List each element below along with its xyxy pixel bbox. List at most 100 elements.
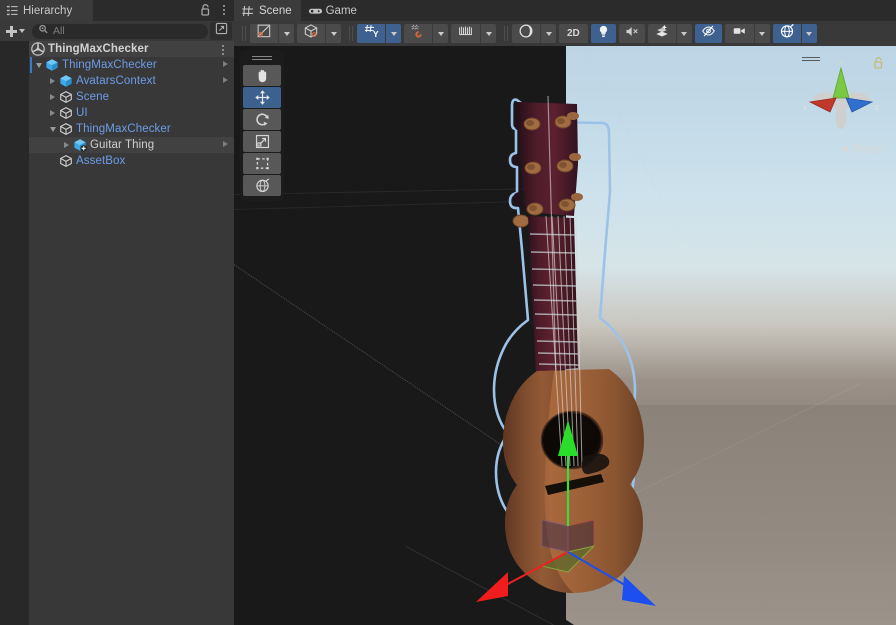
hierarchy-row[interactable]: ThingMaxChecker (0, 57, 234, 73)
scene-lighting[interactable] (590, 24, 616, 43)
open-prefab-chevron-icon[interactable] (223, 61, 228, 67)
open-prefab-chevron-icon[interactable] (223, 77, 228, 83)
hierarchy-row[interactable]: ThingMaxChecker (0, 41, 234, 57)
search-input[interactable]: All (32, 23, 208, 39)
scale-icon (255, 134, 269, 149)
prefab-icon (45, 58, 59, 72)
grid-axis-dropdown[interactable] (385, 24, 401, 43)
gizmo-arrow-x[interactable] (476, 572, 508, 602)
chevron-down-icon (681, 31, 688, 36)
scene-camera[interactable] (512, 24, 540, 43)
hierarchy-row-label: Guitar Thing (90, 139, 155, 151)
chevron-down-icon[interactable] (46, 121, 59, 137)
move-arrows-icon (254, 90, 270, 105)
hidden-objects[interactable] (694, 24, 722, 43)
camera-overlay-dropdown[interactable] (753, 24, 770, 43)
tab-hierarchy[interactable]: Hierarchy (0, 0, 93, 21)
grid-y-icon: Y (363, 23, 379, 44)
selection-indicator (30, 57, 32, 73)
chevron-down-icon (330, 31, 337, 36)
tools-palette[interactable] (240, 50, 284, 201)
drag-grip-icon[interactable] (252, 54, 272, 61)
grid-snapping-dropdown[interactable] (480, 24, 496, 43)
rect-transform-icon (255, 157, 269, 170)
tab-scene[interactable]: Scene (234, 0, 301, 21)
scene-tabbar: Scene Game (234, 0, 896, 21)
open-prefab-chevron-icon[interactable] (223, 141, 228, 147)
snap-magnet-icon (410, 23, 426, 44)
hierarchy-row[interactable]: UI (0, 105, 234, 121)
chevron-right-icon[interactable] (46, 89, 59, 105)
camera-overlay[interactable] (724, 24, 754, 43)
2d-toggle-group[interactable] (297, 24, 325, 43)
popout-icon (215, 22, 228, 40)
tab-hierarchy-label: Hierarchy (23, 4, 73, 17)
prefab-variant-icon (73, 138, 87, 152)
move-gizmo[interactable] (464, 416, 664, 625)
axis-gizmo[interactable]: y x z (796, 54, 886, 140)
prefab-icon (59, 74, 73, 88)
chevron-down-icon[interactable] (18, 41, 31, 57)
hierarchy-row[interactable]: Guitar Thing (0, 137, 234, 153)
hierarchy-tree[interactable]: ThingMaxChecker ThingMaxChecker AvatarsC… (0, 41, 234, 625)
hierarchy-row[interactable]: ThingMaxChecker (0, 121, 234, 137)
draw-mode[interactable] (250, 24, 278, 43)
foldout-placeholder (46, 153, 59, 169)
gizmo-arrow-z[interactable] (622, 576, 656, 606)
shading-mode-icon (256, 23, 272, 44)
chevron-left-icon (842, 145, 849, 153)
fx-layers-icon (654, 23, 670, 44)
add-gameobject-button[interactable] (0, 22, 30, 40)
2d-toggle-group-dropdown[interactable] (325, 24, 341, 43)
gizmo-axis-y-handle[interactable] (832, 66, 850, 99)
snap-increment[interactable] (404, 24, 432, 43)
gizmo-axis-z[interactable] (567, 551, 631, 589)
hand-tool[interactable] (243, 65, 281, 86)
gizmo-plane-xy[interactable] (541, 519, 569, 553)
transform-tool[interactable] (243, 175, 281, 196)
lock-open-icon[interactable] (200, 3, 211, 17)
chevron-down-icon (437, 31, 444, 36)
camera-icon (731, 24, 748, 43)
chevron-down-icon[interactable] (32, 57, 45, 73)
chevron-right-icon[interactable] (60, 137, 73, 153)
grid-snapping[interactable] (451, 24, 480, 43)
grid-snap-icon (457, 23, 474, 44)
scene-camera-dropdown[interactable] (540, 24, 556, 43)
2d-button[interactable]: 2D (559, 24, 588, 43)
scene-orientation-gizmo[interactable]: y x z Persp (778, 48, 890, 164)
projection-mode-button[interactable]: Persp (842, 142, 884, 156)
move-tool[interactable] (243, 87, 281, 108)
gamepad-icon (308, 4, 322, 18)
popout-button[interactable] (210, 22, 232, 40)
hierarchy-tab-actions (200, 3, 229, 17)
chevron-down-icon (283, 31, 290, 36)
scale-tool[interactable] (243, 131, 281, 152)
gameobject-icon (59, 106, 73, 120)
toolbar-separator (347, 26, 354, 41)
scene-audio[interactable] (618, 24, 645, 43)
tab-game[interactable]: Game (301, 0, 366, 21)
hierarchy-row[interactable]: Scene (0, 89, 234, 105)
hierarchy-row-label: Scene (76, 91, 110, 103)
kebab-menu-icon[interactable] (217, 43, 228, 57)
snap-increment-dropdown[interactable] (432, 24, 448, 43)
kebab-menu-icon[interactable] (218, 3, 229, 17)
hierarchy-row[interactable]: AssetBox (0, 153, 234, 169)
gizmo-arrow-y[interactable] (558, 420, 578, 456)
effects[interactable] (647, 23, 676, 44)
rect-tool[interactable] (243, 153, 281, 174)
gizmos-dropdown[interactable] (800, 24, 817, 43)
hierarchy-row-label: AvatarsContext (76, 75, 156, 87)
chevron-down-icon (759, 31, 766, 36)
scene-viewport[interactable]: y x z Persp (234, 46, 896, 625)
gizmos[interactable] (772, 23, 801, 43)
chevron-right-icon[interactable] (46, 73, 59, 89)
hierarchy-row[interactable]: AvatarsContext (0, 73, 234, 89)
chevron-down-icon (18, 29, 25, 33)
chevron-right-icon[interactable] (46, 105, 59, 121)
rotate-tool[interactable] (243, 109, 281, 130)
effects-dropdown[interactable] (675, 24, 692, 43)
draw-mode-dropdown[interactable] (278, 24, 294, 43)
grid-axis[interactable]: Y (357, 24, 385, 43)
